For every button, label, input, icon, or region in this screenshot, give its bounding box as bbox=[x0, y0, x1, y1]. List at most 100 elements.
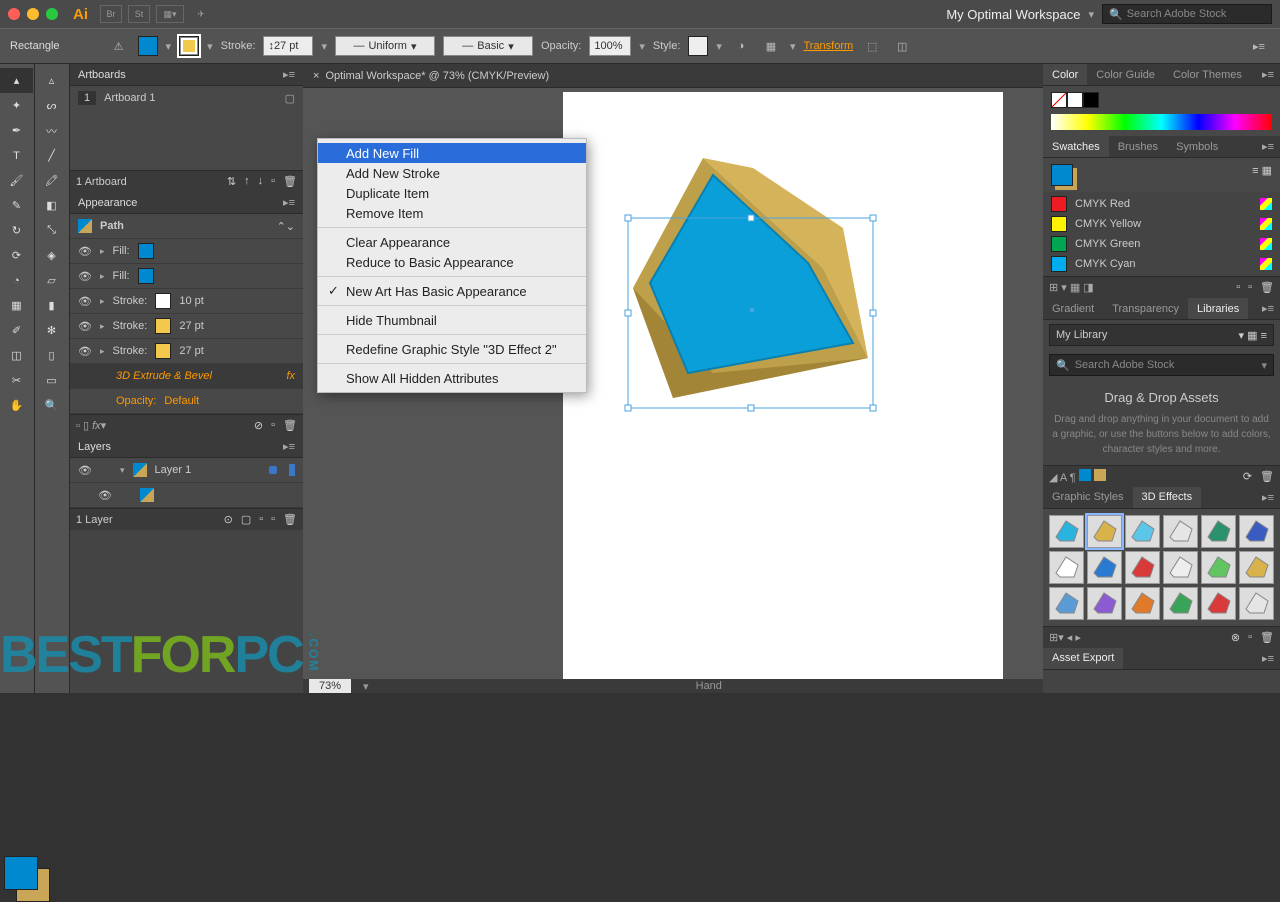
effect-thumbnail[interactable] bbox=[1125, 551, 1160, 584]
visibility-icon[interactable]: 👁 bbox=[78, 295, 92, 308]
effect-thumbnail[interactable] bbox=[1201, 551, 1236, 584]
perspective-tool[interactable]: ▱ bbox=[35, 268, 68, 293]
locate-icon[interactable]: ⊙ bbox=[224, 513, 233, 526]
panel-flyout-icon[interactable]: ▸≡ bbox=[1256, 652, 1280, 665]
width-tool[interactable]: ⟳ bbox=[0, 243, 33, 268]
effect-thumbnail[interactable] bbox=[1163, 515, 1198, 548]
new-style-icon[interactable]: ▫ bbox=[1248, 631, 1252, 644]
layers-panel-header[interactable]: Layers ▸≡ bbox=[70, 436, 303, 458]
library-search-input[interactable]: 🔍 Search Adobe Stock ▾ bbox=[1049, 354, 1274, 376]
twirl-icon[interactable]: ▸ bbox=[100, 346, 105, 357]
effect-thumbnail[interactable] bbox=[1087, 587, 1122, 620]
visibility-icon[interactable]: 👁 bbox=[78, 345, 92, 358]
attr-swatch[interactable] bbox=[138, 243, 154, 259]
color-spectrum[interactable] bbox=[1051, 114, 1272, 130]
stroke-weight-input[interactable]: ↕ 27 pt bbox=[263, 36, 313, 56]
appearance-effect-row[interactable]: 👁 3D Extrude & Bevel fx bbox=[70, 364, 303, 389]
isolate-icon[interactable]: ⬚ bbox=[861, 35, 883, 57]
mesh-tool[interactable]: ▦ bbox=[0, 293, 33, 318]
bridge-button[interactable]: Br bbox=[100, 5, 122, 23]
layer-row[interactable]: 👁 bbox=[70, 483, 303, 508]
target-icon[interactable] bbox=[269, 466, 277, 474]
context-menu-item[interactable]: Reduce to Basic Appearance bbox=[318, 252, 586, 272]
arrange-documents-button[interactable]: ▦▾ bbox=[156, 5, 184, 23]
dup-icon[interactable]: ▫ bbox=[271, 419, 275, 432]
attr-swatch[interactable] bbox=[155, 343, 171, 359]
stock-button[interactable]: St bbox=[128, 5, 150, 23]
effect-thumbnail[interactable] bbox=[1239, 551, 1274, 584]
context-menu-item[interactable]: Redefine Graphic Style "3D Effect 2" bbox=[318, 339, 586, 359]
appearance-attr-row[interactable]: 👁 ▸ Stroke: 27 pt bbox=[70, 339, 303, 364]
context-menu-item[interactable]: Add New Fill bbox=[318, 143, 586, 163]
object-warning-icon[interactable]: ⚠ bbox=[108, 35, 130, 57]
swatch-item[interactable]: CMYK Green bbox=[1043, 234, 1280, 254]
style-swatch[interactable] bbox=[688, 36, 708, 56]
selection-tool[interactable]: ▴ bbox=[0, 68, 33, 93]
down-icon[interactable]: ↓ bbox=[258, 175, 264, 188]
panel-flyout-icon[interactable]: ▸≡ bbox=[1256, 491, 1280, 504]
lasso-tool[interactable]: ᔕ bbox=[35, 93, 68, 118]
free-transform-tool[interactable]: ◈ bbox=[35, 243, 68, 268]
sublayer-icon[interactable]: ▫ bbox=[259, 513, 263, 526]
stroke-profile-dropdown[interactable]: — Uniform ▾ bbox=[335, 36, 435, 56]
tab-color-themes[interactable]: Color Themes bbox=[1164, 64, 1251, 85]
visibility-icon[interactable]: 👁 bbox=[78, 245, 92, 258]
effect-thumbnail[interactable] bbox=[1125, 515, 1160, 548]
artboard-options-icon[interactable]: ▢ bbox=[285, 92, 295, 105]
workspace-switcher[interactable]: My Optimal Workspace bbox=[946, 7, 1080, 22]
swatch-view-icons[interactable]: ≡ ▦ bbox=[1252, 164, 1272, 186]
context-menu-item[interactable]: Duplicate Item bbox=[318, 183, 586, 203]
twirl-icon[interactable]: ▸ bbox=[100, 246, 105, 257]
type-tool[interactable]: T bbox=[0, 143, 33, 168]
artboard-tool[interactable]: ▭ bbox=[35, 368, 68, 393]
zoom-window-icon[interactable] bbox=[46, 8, 58, 20]
link-icon[interactable]: ⟳ bbox=[1243, 470, 1252, 483]
tab-graphic-styles[interactable]: Graphic Styles bbox=[1043, 487, 1133, 508]
gradient-tool[interactable]: ▮ bbox=[35, 293, 68, 318]
new-group-icon[interactable]: ▫ bbox=[1236, 281, 1240, 294]
effect-thumbnail[interactable] bbox=[1239, 587, 1274, 620]
blob-brush-tool[interactable]: 🖍 bbox=[35, 168, 68, 193]
visibility-icon[interactable]: 👁 bbox=[78, 270, 92, 283]
blend-tool[interactable]: ◫ bbox=[0, 343, 33, 368]
delete-icon[interactable]: 🗑 bbox=[283, 175, 297, 188]
tab-3d-effects[interactable]: 3D Effects bbox=[1133, 487, 1202, 508]
close-window-icon[interactable] bbox=[8, 8, 20, 20]
column-graph-tool[interactable]: ▯ bbox=[35, 343, 68, 368]
attr-swatch[interactable] bbox=[155, 293, 171, 309]
paintbrush-tool[interactable]: 🖌 bbox=[0, 168, 33, 193]
zoom-level[interactable]: 73% bbox=[309, 679, 351, 693]
appearance-attr-row[interactable]: 👁 ▸ Stroke: 10 pt bbox=[70, 289, 303, 314]
visibility-icon[interactable]: 👁 bbox=[98, 489, 112, 502]
attr-swatch[interactable] bbox=[138, 268, 154, 284]
panel-flyout-icon[interactable]: ▸≡ bbox=[283, 196, 295, 209]
new-swatch-icon[interactable]: ▫ bbox=[1248, 281, 1252, 294]
control-flyout-icon[interactable]: ▸≡ bbox=[1248, 35, 1270, 57]
shapebuilder-tool[interactable]: ◔ bbox=[0, 268, 33, 293]
delete-icon[interactable]: 🗑 bbox=[1260, 281, 1274, 294]
visibility-icon[interactable]: 👁 bbox=[78, 464, 92, 477]
clip-icon[interactable]: ▢ bbox=[241, 513, 251, 526]
appearance-attr-row[interactable]: 👁 ▸ Fill: bbox=[70, 264, 303, 289]
layer-row[interactable]: 👁 ▾ Layer 1 bbox=[70, 458, 303, 483]
slice-tool[interactable]: ✂ bbox=[0, 368, 33, 393]
stroke-swatch[interactable] bbox=[179, 36, 199, 56]
panel-flyout-icon[interactable]: ▸≡ bbox=[1256, 140, 1280, 153]
fill-proxy[interactable] bbox=[4, 856, 38, 890]
swatch-item[interactable]: CMYK Red bbox=[1043, 194, 1280, 214]
effect-thumbnail[interactable] bbox=[1163, 587, 1198, 620]
none-swatch[interactable] bbox=[1051, 92, 1067, 108]
twirl-icon[interactable]: ▸ bbox=[100, 296, 105, 307]
tab-swatches[interactable]: Swatches bbox=[1043, 136, 1109, 157]
opacity-input[interactable]: 100% bbox=[589, 36, 631, 56]
pen-tool[interactable]: ✒ bbox=[0, 118, 33, 143]
rotate-tool[interactable]: ↻ bbox=[0, 218, 33, 243]
shape-3d-object[interactable] bbox=[633, 158, 893, 438]
delete-icon[interactable]: 🗑 bbox=[283, 419, 297, 432]
context-menu-item[interactable]: Remove Item bbox=[318, 203, 586, 223]
effect-thumbnail[interactable] bbox=[1163, 551, 1198, 584]
appearance-panel-header[interactable]: Appearance ▸≡ bbox=[70, 192, 303, 214]
artboard-row[interactable]: 1 Artboard 1 ▢ bbox=[70, 86, 303, 110]
brush-definition-dropdown[interactable]: — Basic ▾ bbox=[443, 36, 533, 56]
line-tool[interactable]: ╱ bbox=[35, 143, 68, 168]
